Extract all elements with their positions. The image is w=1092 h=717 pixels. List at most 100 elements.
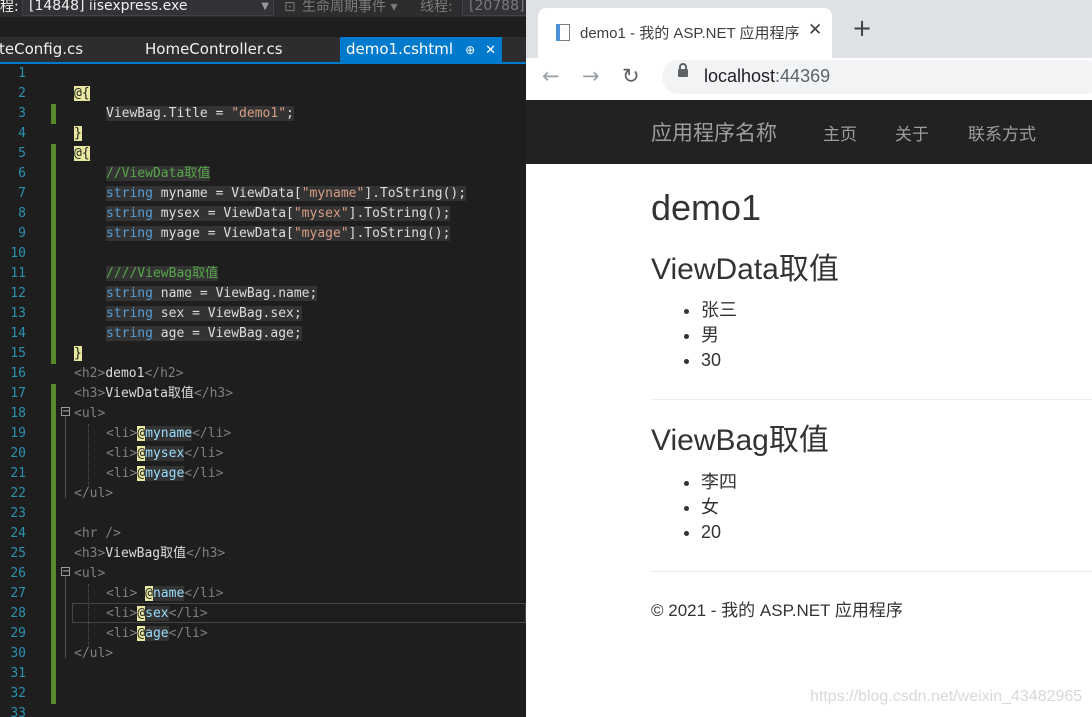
forward-arrow-icon[interactable]: → xyxy=(582,64,600,88)
line-number: 17 xyxy=(10,386,26,401)
list-item: 男 xyxy=(684,323,737,348)
nav-link-home[interactable]: 主页 xyxy=(823,120,857,145)
razor-at: @ xyxy=(137,626,146,641)
code-text: myage = ViewData[ xyxy=(152,226,294,241)
pin-icon[interactable]: ⊕ xyxy=(465,43,475,57)
html-tag: <li> xyxy=(106,446,138,461)
line-number: 21 xyxy=(10,466,26,481)
code-line: <ul> xyxy=(74,404,105,424)
code-keyword: string xyxy=(106,326,153,341)
line-number: 31 xyxy=(10,666,26,681)
address-url: localhost:44369 xyxy=(704,66,830,87)
change-bar xyxy=(51,104,56,124)
html-tag: <li> xyxy=(106,426,138,441)
html-tag: </ul> xyxy=(74,646,114,661)
code-line: @{ xyxy=(74,84,90,104)
html-tag: </li> xyxy=(184,466,224,481)
html-tag: <ul> xyxy=(74,406,106,421)
code-line: string mysex = ViewData["mysex"].ToStrin… xyxy=(106,204,451,224)
code-keyword: string xyxy=(106,186,153,201)
html-tag: </li> xyxy=(168,626,208,641)
line-number: 3 xyxy=(18,106,26,121)
code-text: age = ViewBag.age; xyxy=(152,326,302,341)
thread-dropdown[interactable]: [20788] xyxy=(462,0,526,16)
html-tag: </ul> xyxy=(74,486,114,501)
html-tag: </li> xyxy=(184,586,224,601)
tab-demo1-cshtml[interactable]: demo1.cshtml ⊕ ✕ xyxy=(340,37,503,62)
razor-at: @ xyxy=(137,446,146,461)
code-line: <h3>ViewBag取值</h3> xyxy=(74,544,225,564)
tab-route-config[interactable]: teConfig.cs xyxy=(0,37,83,62)
code-text: sex = ViewBag.sex; xyxy=(152,306,302,321)
tab-label: demo1.cshtml xyxy=(346,40,454,58)
razor-variable: age xyxy=(145,626,169,641)
line-number: 30 xyxy=(10,646,26,661)
line-number: 18 xyxy=(10,406,26,421)
html-tag: <h2> xyxy=(74,366,106,381)
code-keyword: string xyxy=(106,226,153,241)
line-number: 32 xyxy=(10,686,26,701)
code-text: ].ToString(); xyxy=(348,226,451,241)
razor-variable: name xyxy=(152,586,185,601)
line-number: 15 xyxy=(10,346,26,361)
address-bar[interactable]: localhost:44369 xyxy=(662,60,1092,94)
page-footer: © 2021 - 我的 ASP.NET 应用程序 xyxy=(651,601,903,620)
lifecycle-events-dropdown[interactable]: 生命周期事件 ▾ xyxy=(302,0,397,15)
code-line: } xyxy=(74,344,82,364)
html-tag: <li> xyxy=(106,466,138,481)
razor-block-close: } xyxy=(74,126,82,141)
tab-label: teConfig.cs xyxy=(0,40,84,58)
process-dropdown[interactable]: [14848] iisexpress.exe ▼ xyxy=(22,0,274,16)
change-bar xyxy=(51,384,56,704)
code-text: ViewBag取值 xyxy=(105,546,187,561)
site-brand-link[interactable]: 应用程序名称 xyxy=(651,117,777,147)
nav-link-about[interactable]: 关于 xyxy=(895,120,929,145)
lock-icon[interactable] xyxy=(678,63,688,77)
line-number: 14 xyxy=(10,326,26,341)
razor-variable: sex xyxy=(145,606,169,621)
url-host: localhost xyxy=(704,66,776,86)
razor-at: @ xyxy=(137,466,146,481)
code-text-area[interactable]: @{ ViewBag.Title = "demo1"; } @{ //ViewD… xyxy=(60,64,526,717)
code-string: "myage" xyxy=(293,226,349,241)
razor-variable: myname xyxy=(145,426,193,441)
code-text: mysex = ViewData[ xyxy=(152,206,294,221)
code-line: string age = ViewBag.age; xyxy=(106,324,302,344)
list-item: 女 xyxy=(684,495,737,520)
razor-block-open: @{ xyxy=(74,86,90,101)
site-navbar: 应用程序名称 主页 关于 联系方式 xyxy=(526,100,1092,164)
section-divider xyxy=(651,399,1092,400)
browser-toolbar: ← → ↻ localhost:44369 xyxy=(526,58,1092,100)
tab-home-controller[interactable]: HomeController.cs xyxy=(145,37,283,62)
code-text: demo1 xyxy=(105,366,145,381)
browser-tab-strip: demo1 - 我的 ASP.NET 应用程序 ✕ + xyxy=(526,0,1092,58)
new-tab-icon[interactable]: + xyxy=(852,16,872,40)
viewbag-heading: ViewBag取值 xyxy=(651,424,829,457)
code-text: myname = ViewData[ xyxy=(152,186,302,201)
line-number: 24 xyxy=(10,526,26,541)
code-text: ].ToString(); xyxy=(348,206,451,221)
line-number: 20 xyxy=(10,446,26,461)
close-icon[interactable]: ✕ xyxy=(808,20,822,40)
code-line: @{ xyxy=(74,144,90,164)
line-number: 16 xyxy=(10,366,26,381)
reload-icon[interactable]: ↻ xyxy=(622,64,640,88)
line-number: 25 xyxy=(10,546,26,561)
html-tag: <h3> xyxy=(74,546,106,561)
back-arrow-icon[interactable]: ← xyxy=(542,64,560,88)
html-tag: <li> xyxy=(106,606,138,621)
thread-label: 线程: xyxy=(420,0,453,15)
line-number: 12 xyxy=(10,286,26,301)
code-line: <hr /> xyxy=(74,524,121,544)
line-number-gutter: 1 2 3 4 5 6 7 8 9 10 11 12 13 14 15 16 17 18 19 20 21 22 23 24 2… xyxy=(0,64,36,717)
line-number: 9 xyxy=(18,226,26,241)
browser-tab-demo1[interactable]: demo1 - 我的 ASP.NET 应用程序 ✕ xyxy=(538,8,832,58)
line-number: 5 xyxy=(18,146,26,161)
code-keyword: string xyxy=(106,306,153,321)
line-number: 28 xyxy=(10,606,26,621)
nav-link-contact[interactable]: 联系方式 xyxy=(968,120,1036,145)
html-tag: <hr /> xyxy=(74,526,121,541)
page-favicon-icon xyxy=(556,24,570,41)
close-icon[interactable]: ✕ xyxy=(485,43,496,58)
code-keyword: string xyxy=(106,286,153,301)
